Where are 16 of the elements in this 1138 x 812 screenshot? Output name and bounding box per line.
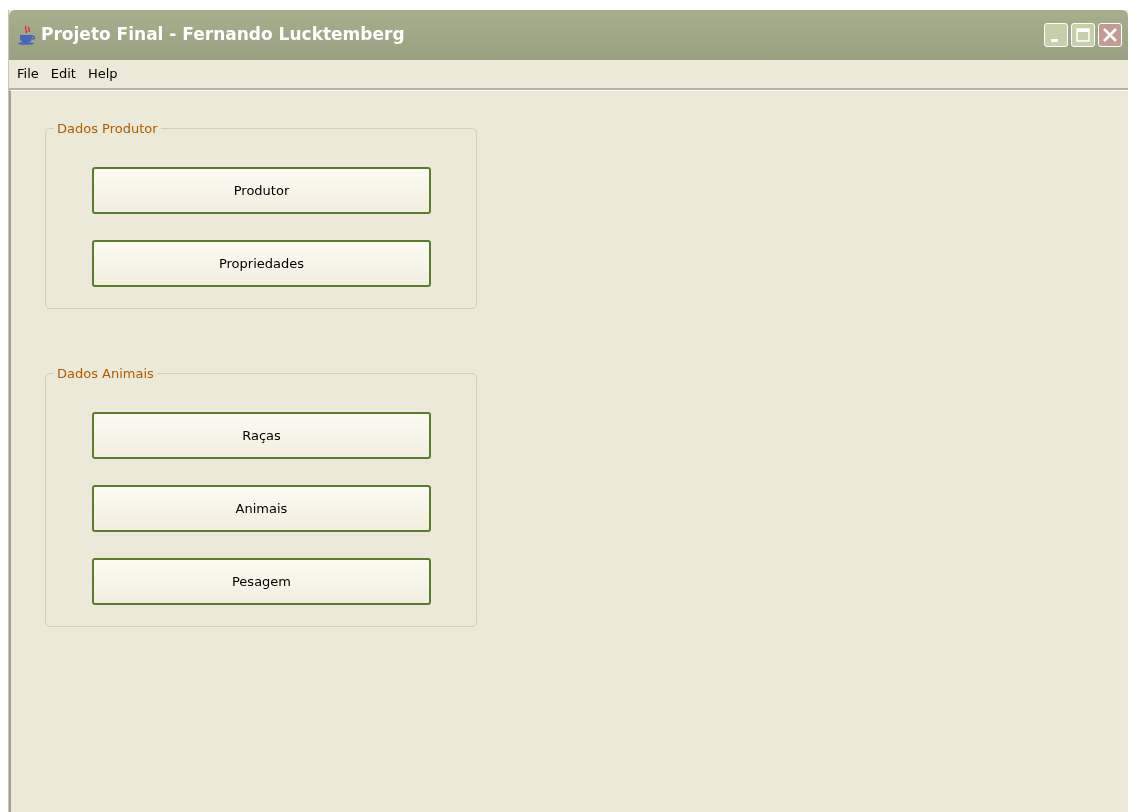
- menu-item[interactable]: Edit: [44, 64, 82, 84]
- action-button[interactable]: Animais: [92, 485, 431, 532]
- close-button[interactable]: [1098, 23, 1122, 47]
- close-icon: [1102, 27, 1118, 43]
- action-button[interactable]: Raças: [92, 412, 431, 459]
- action-button[interactable]: Produtor: [92, 167, 431, 214]
- action-button[interactable]: Propriedades: [92, 240, 431, 287]
- maximize-button[interactable]: [1071, 23, 1095, 47]
- action-button[interactable]: Pesagem: [92, 558, 431, 605]
- coffee-cup-icon: [17, 25, 37, 45]
- maximize-icon: [1076, 28, 1090, 42]
- window-title: Projeto Final - Fernando Lucktemberg: [41, 23, 405, 47]
- menu-item[interactable]: File: [11, 64, 45, 84]
- menu-item[interactable]: Help: [81, 64, 124, 84]
- minimize-button[interactable]: [1044, 23, 1068, 47]
- minimize-icon: [1051, 38, 1058, 42]
